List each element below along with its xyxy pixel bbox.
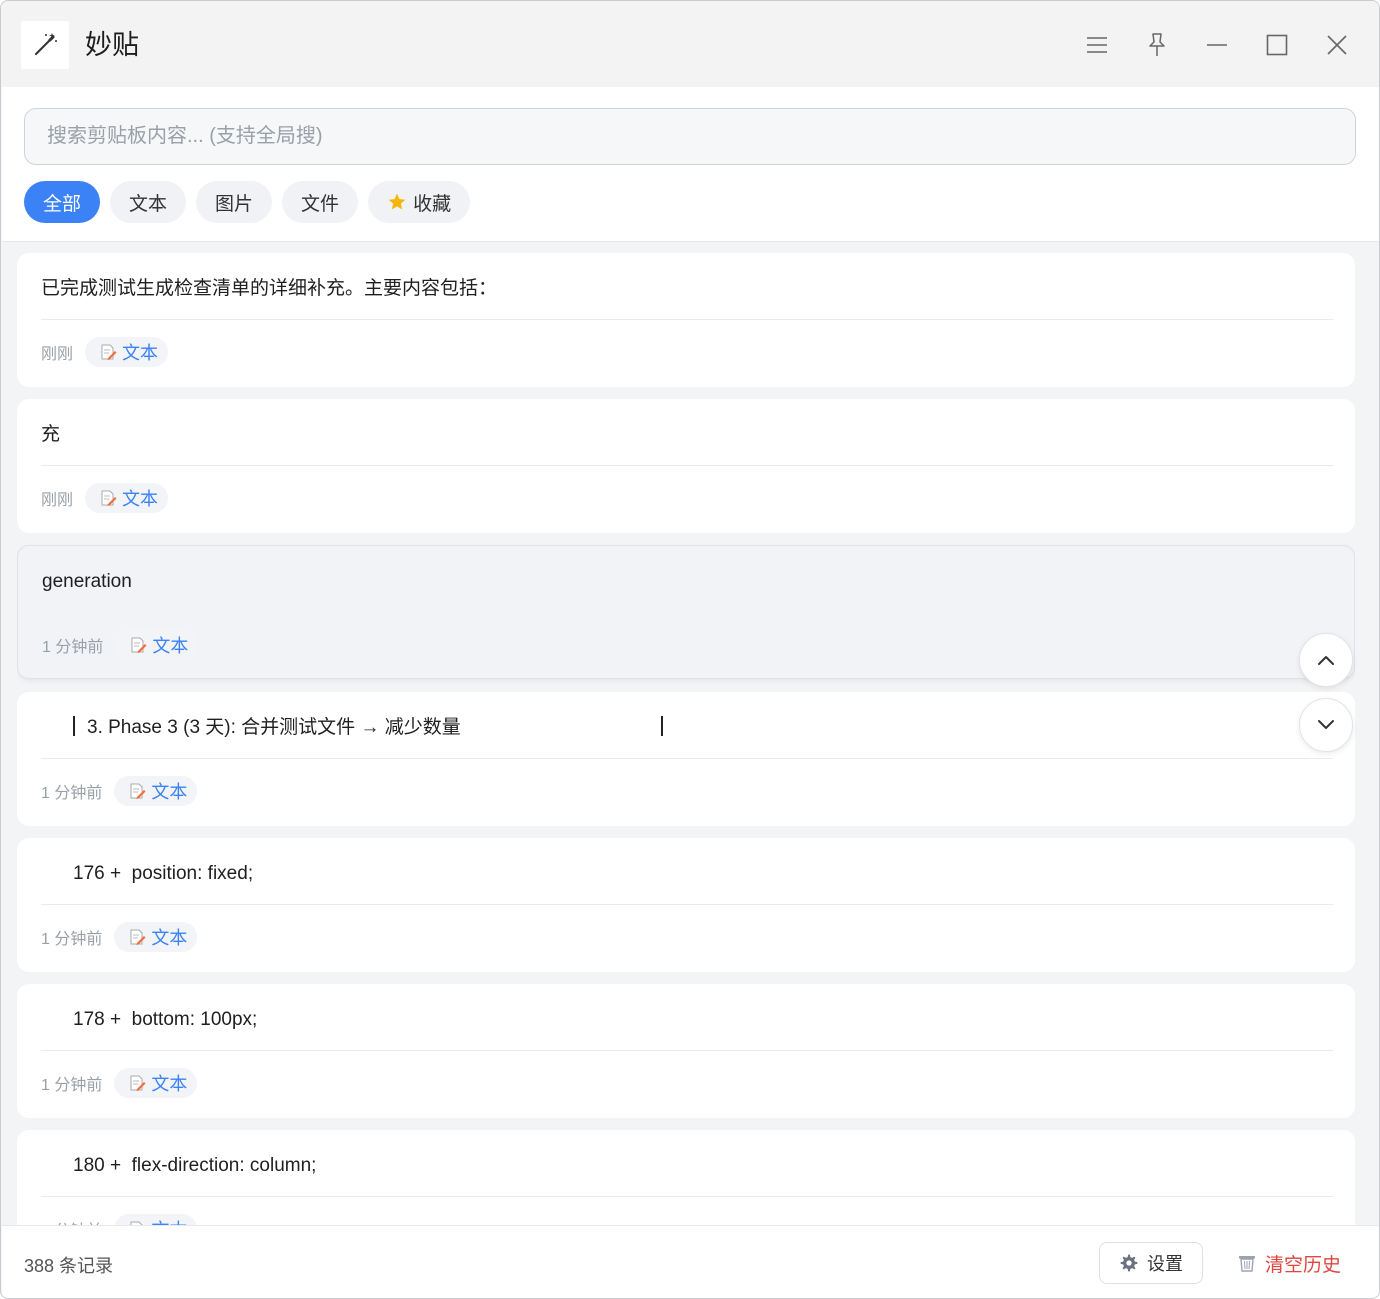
item-divider [41, 319, 1333, 320]
list-item[interactable]: 178 + bottom: 100px; 1 分钟前 文本 [17, 984, 1355, 1118]
item-time: 刚刚 [41, 346, 74, 363]
filter-file[interactable]: 文件 [282, 181, 359, 223]
item-time: 刚刚 [41, 492, 74, 509]
title-bar: 妙贴 [1, 1, 1379, 87]
item-content: 178 + bottom: 100px; [73, 1009, 258, 1030]
list-item[interactable]: 176 + position: fixed; 1 分钟前 文本 [17, 838, 1355, 972]
item-type-badge: 文本 [114, 1068, 198, 1098]
item-content: 180 + flex-direction: column; [73, 1155, 317, 1176]
close-button[interactable] [1317, 23, 1357, 67]
item-meta: 1 分钟前 文本 [41, 922, 198, 952]
item-type-label: 文本 [122, 489, 159, 509]
chevron-up-icon [1318, 656, 1334, 665]
item-type-badge: 文本 [114, 776, 198, 806]
list-item[interactable]: generation 1 分钟前 文本 [17, 545, 1355, 679]
item-type-label: 文本 [122, 343, 159, 363]
app-title: 妙贴 [85, 30, 139, 60]
maximize-icon [1266, 34, 1288, 56]
item-time: 1 分钟前 [41, 785, 103, 802]
text-doc-icon [101, 344, 117, 360]
filter-label: 文件 [301, 193, 340, 215]
app-window: 妙贴 搜索剪贴板内容... (支持全局搜) 全部 文本 图片 文件 收藏 已完成… [0, 0, 1380, 1299]
minimize-icon [1207, 44, 1227, 46]
item-type-badge: 文本 [115, 630, 199, 660]
item-divider [41, 904, 1333, 905]
item-meta: 刚刚 文本 [41, 483, 169, 513]
list-item[interactable]: 3. Phase 3 (3 天): 合并测试文件 → 减少数量 1 分钟前 文本 [17, 692, 1355, 826]
footer-bar: 388 条记录 设置 清空历史 [2, 1225, 1379, 1298]
text-doc-icon [101, 490, 117, 506]
item-divider [41, 1050, 1333, 1051]
filter-label: 图片 [215, 193, 254, 215]
item-content: 176 + position: fixed; [73, 863, 254, 884]
item-content: 已完成测试生成检查清单的详细补充。主要内容包括： [41, 278, 498, 299]
text-doc-icon [131, 637, 147, 653]
list-item[interactable]: 充 刚刚 文本 [17, 399, 1355, 533]
item-meta: 1 分钟前 文本 [42, 630, 199, 660]
item-type-label: 文本 [151, 1216, 187, 1225]
filter-tabs: 全部 文本 图片 文件 收藏 [24, 181, 471, 223]
minimize-button[interactable] [1197, 23, 1237, 67]
item-time: 1 分钟前 [41, 931, 103, 948]
settings-button[interactable]: 设置 [1099, 1242, 1203, 1284]
text-caret-mark [73, 716, 75, 736]
close-icon [1327, 35, 1347, 55]
item-content: 充 [41, 424, 61, 445]
list-item[interactable]: 180 + flex-direction: column; 1 分钟前 文本 [17, 1130, 1355, 1225]
item-type-label: 文本 [151, 782, 188, 802]
search-input[interactable] [24, 108, 1356, 165]
item-content: generation [42, 571, 132, 592]
gear-icon [1120, 1254, 1138, 1272]
filter-text[interactable]: 文本 [110, 181, 187, 223]
filter-label: 文本 [129, 193, 168, 215]
search-filter-area: 全部 文本 图片 文件 收藏 [2, 87, 1379, 242]
pin-button[interactable] [1137, 23, 1177, 67]
item-meta: 1 分钟前 文本 [41, 1068, 198, 1098]
filter-image[interactable]: 图片 [196, 181, 273, 223]
item-time: 1 分钟前 [41, 1217, 102, 1225]
list-item[interactable]: 已完成测试生成检查清单的详细补充。主要内容包括： 刚刚 文本 [17, 253, 1355, 387]
text-doc-icon [130, 1075, 146, 1091]
scroll-down-button[interactable] [1299, 698, 1353, 752]
item-divider [41, 758, 1333, 759]
filter-all[interactable]: 全部 [24, 181, 101, 223]
text-caret-mark [661, 716, 663, 736]
magic-wand-icon [21, 21, 69, 69]
item-type-label: 文本 [151, 1074, 188, 1094]
item-time: 1 分钟前 [42, 639, 104, 656]
clear-history-button[interactable]: 清空历史 [1228, 1242, 1350, 1284]
item-type-label: 文本 [151, 928, 188, 948]
trash-icon [1238, 1256, 1255, 1272]
star-icon [388, 193, 406, 210]
item-time: 1 分钟前 [41, 1077, 103, 1094]
scroll-up-button[interactable] [1299, 633, 1353, 687]
item-divider [41, 465, 1333, 466]
text-doc-icon [130, 929, 146, 945]
menu-button[interactable] [1077, 23, 1117, 67]
item-meta: 刚刚 文本 [41, 337, 169, 367]
clipboard-list: 已完成测试生成检查清单的详细补充。主要内容包括： 刚刚 文本 充 刚刚 文本 g… [17, 253, 1355, 1225]
filter-favorites[interactable]: 收藏 [368, 181, 471, 223]
item-meta: 1 分钟前 文本 [41, 1214, 198, 1225]
item-type-badge: 文本 [114, 922, 198, 952]
text-doc-icon [130, 783, 146, 799]
maximize-button[interactable] [1257, 23, 1297, 67]
item-type-label: 文本 [152, 636, 189, 656]
item-meta: 1 分钟前 文本 [41, 776, 198, 806]
chevron-down-icon [1318, 720, 1334, 729]
record-count: 388 条记录 [24, 1256, 114, 1276]
item-type-badge: 文本 [85, 337, 169, 367]
pin-icon [1149, 33, 1165, 56]
menu-icon [1087, 37, 1107, 53]
filter-label: 收藏 [413, 193, 452, 215]
filter-label: 全部 [43, 193, 82, 215]
item-type-badge: 文本 [85, 483, 169, 513]
clear-history-label: 清空历史 [1264, 1254, 1341, 1276]
item-type-badge: 文本 [114, 1214, 198, 1225]
item-content: 3. Phase 3 (3 天): 合并测试文件 → 减少数量 [87, 717, 461, 738]
settings-label: 设置 [1147, 1254, 1183, 1274]
item-divider [41, 1196, 1333, 1197]
